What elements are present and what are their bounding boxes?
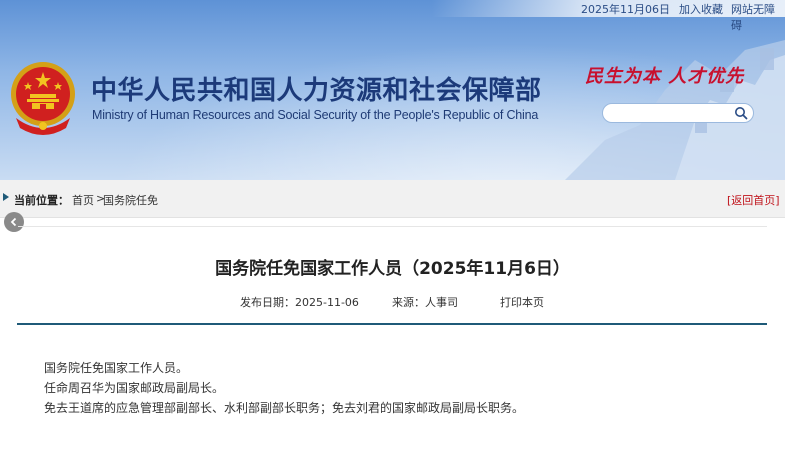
search-box — [602, 103, 754, 123]
header-banner: 2025年11月06日 加入收藏 网站无障碍 中华人民共和国人力资源和社会保障部… — [0, 0, 785, 180]
ministry-name-en: Ministry of Human Resources and Social S… — [92, 108, 539, 122]
article-paragraph: 国务院任免国家工作人员。 — [44, 361, 189, 375]
breadcrumb-label: 当前位置： — [14, 194, 69, 207]
title-divider — [17, 323, 767, 325]
breadcrumb: 当前位置： 首页 > 国务院任免 [返回首页] — [0, 180, 785, 218]
slogan: 民生为本 人才优先 — [585, 66, 745, 87]
content-top-divider — [18, 226, 767, 227]
current-date: 2025年11月06日 — [581, 3, 670, 16]
back-home-link[interactable]: [返回首页] — [727, 192, 780, 208]
article-title: 国务院任免国家工作人员（2025年11月6日） — [215, 259, 570, 279]
publish-date: 发布日期：2025-11-06 — [240, 296, 359, 309]
article-paragraph: 免去王道席的应急管理部副部长、水利部副部长职务；免去刘君的国家邮政局副局长职务。 — [44, 401, 525, 415]
article-source: 来源：人事司 — [392, 296, 458, 309]
ministry-name-cn: 中华人民共和国人力资源和社会保障部 — [91, 76, 542, 106]
add-favorite-link[interactable]: 加入收藏 — [679, 1, 723, 17]
location-marker-icon — [3, 193, 9, 201]
article-paragraph: 任命周召华为国家邮政局副局长。 — [44, 381, 225, 395]
breadcrumb-section-link[interactable]: 国务院任免 — [103, 192, 158, 208]
print-page-link[interactable]: 打印本页 — [500, 294, 544, 310]
national-emblem-icon — [11, 62, 75, 135]
accessibility-link[interactable]: 网站无障碍 — [731, 1, 785, 33]
back-button[interactable] — [4, 212, 24, 232]
search-icon[interactable] — [734, 106, 748, 120]
breadcrumb-home-link[interactable]: 首页 — [72, 192, 94, 208]
search-input[interactable] — [611, 106, 729, 120]
